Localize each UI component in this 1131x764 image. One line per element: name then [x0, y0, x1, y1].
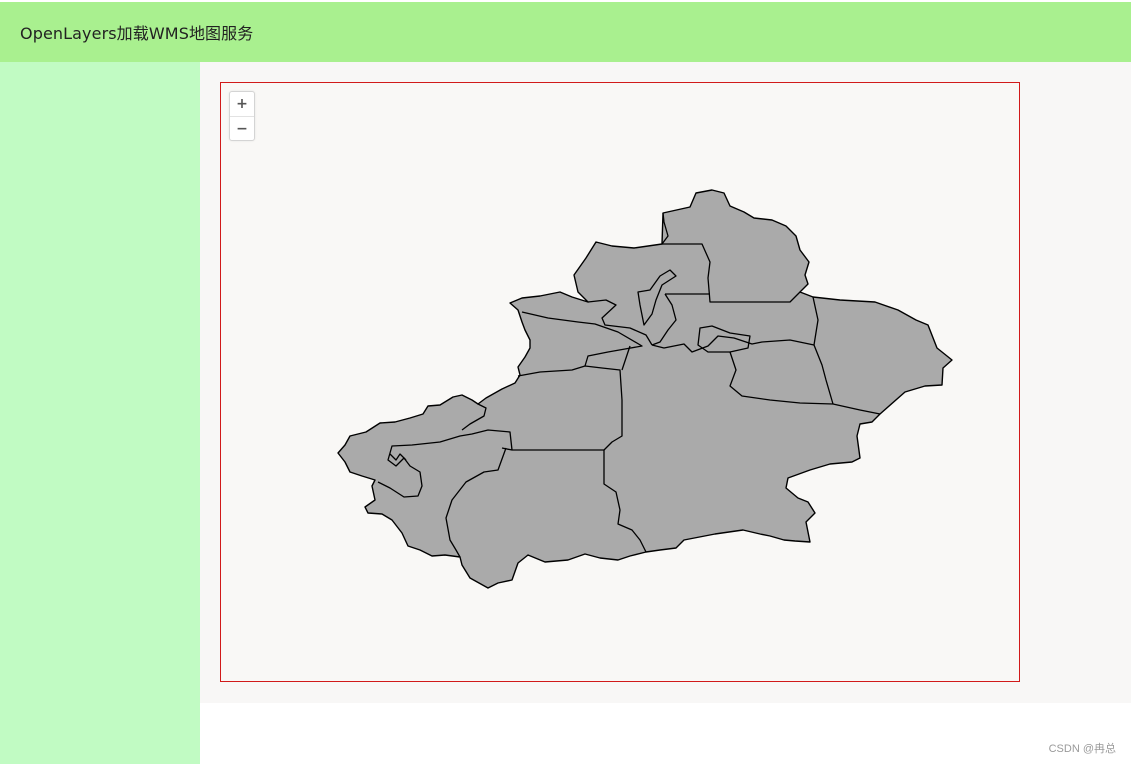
app-header: OpenLayers加载WMS地图服务 [0, 2, 1131, 62]
zoom-control: + − [229, 91, 255, 141]
page-title: OpenLayers加载WMS地图服务 [20, 24, 254, 43]
main-content: + − [200, 62, 1131, 703]
map-region-outline [337, 189, 953, 589]
watermark: CSDN @冉总 [1048, 743, 1116, 755]
map-container[interactable]: + − [220, 82, 1020, 682]
zoom-in-button[interactable]: + [230, 92, 254, 116]
zoom-out-button[interactable]: − [230, 116, 254, 140]
sidebar [0, 62, 200, 764]
wms-map-layer[interactable] [220, 82, 1020, 682]
